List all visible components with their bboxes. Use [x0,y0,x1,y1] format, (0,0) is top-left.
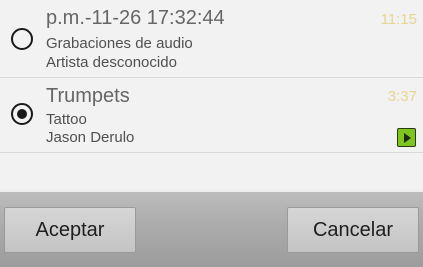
play-icon[interactable] [397,128,416,147]
radio-button[interactable] [11,28,33,50]
radio-button-selected[interactable] [11,103,33,125]
track-duration: 11:15 [380,11,417,28]
cancel-button[interactable]: Cancelar [287,207,419,253]
list-item[interactable]: p.m.-11-26 17:32:44 Grabaciones de audio… [0,0,423,78]
button-bar: Aceptar Cancelar [0,192,423,267]
track-artist: Artista desconocido [46,54,177,71]
track-album: Grabaciones de audio [46,35,193,52]
ringtone-picker-dialog: p.m.-11-26 17:32:44 Grabaciones de audio… [0,0,423,267]
track-duration: 3:37 [387,88,417,105]
accept-button[interactable]: Aceptar [4,207,136,253]
track-title: Trumpets [46,85,130,107]
track-title: p.m.-11-26 17:32:44 [46,7,225,29]
track-artist: Jason Derulo [46,129,135,146]
track-album: Tattoo [46,111,87,128]
radio-dot-icon [17,109,27,119]
list-item[interactable]: Trumpets Tattoo Jason Derulo 3:37 [0,78,423,153]
track-list: p.m.-11-26 17:32:44 Grabaciones de audio… [0,0,423,190]
